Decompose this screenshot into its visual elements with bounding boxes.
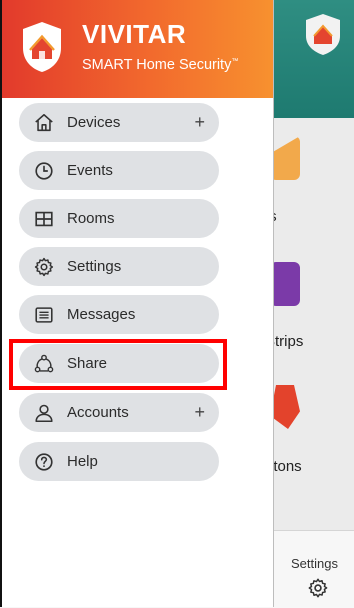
help-icon [33, 451, 55, 473]
device-tile-icon[interactable] [270, 385, 300, 429]
menu-item-help[interactable]: Help [19, 442, 219, 481]
device-tile-icon[interactable] [270, 136, 300, 180]
rooms-grid-icon [33, 208, 55, 230]
menu-item-events[interactable]: Events [19, 151, 219, 190]
menu-item-accounts[interactable]: Accounts + [19, 393, 219, 432]
drawer-header: VIVITAR SMART Home Security™ [2, 0, 273, 98]
menu-item-label: Devices [67, 114, 121, 131]
device-tile-icon[interactable] [270, 262, 300, 306]
brand-name: VIVITAR [82, 19, 187, 49]
menu-item-label: Help [67, 453, 98, 470]
menu-item-label: Accounts [67, 404, 129, 421]
share-highlight-box [9, 339, 227, 390]
gear-icon [33, 256, 55, 278]
clock-icon [33, 160, 55, 182]
user-icon [33, 402, 55, 424]
menu-item-messages[interactable]: Messages [19, 295, 219, 334]
menu-item-rooms[interactable]: Rooms [19, 199, 219, 238]
app-logo-icon [306, 14, 340, 55]
menu-item-label: Rooms [67, 210, 115, 227]
menu-item-devices[interactable]: Devices + [19, 103, 219, 142]
menu-item-label: Settings [67, 258, 122, 275]
expand-plus-icon[interactable]: + [194, 401, 205, 423]
home-icon [33, 112, 55, 134]
menu-item-label: Messages [67, 306, 136, 323]
menu-item-label: Events [67, 162, 113, 179]
expand-plus-icon[interactable]: + [194, 111, 205, 133]
menu-item-settings[interactable]: Settings [19, 247, 219, 286]
trademark-mark: ™ [231, 58, 239, 65]
navigation-drawer: VIVITAR SMART Home Security™ Devices + E… [0, 0, 274, 607]
brand-tagline-text: SMART Home Security [82, 56, 232, 73]
brand-tagline: SMART Home Security™ [82, 53, 238, 74]
messages-icon [33, 304, 55, 326]
tab-settings-label[interactable]: Settings [291, 556, 338, 571]
vivitar-shield-logo-icon [23, 22, 61, 72]
gear-icon[interactable] [307, 577, 329, 599]
